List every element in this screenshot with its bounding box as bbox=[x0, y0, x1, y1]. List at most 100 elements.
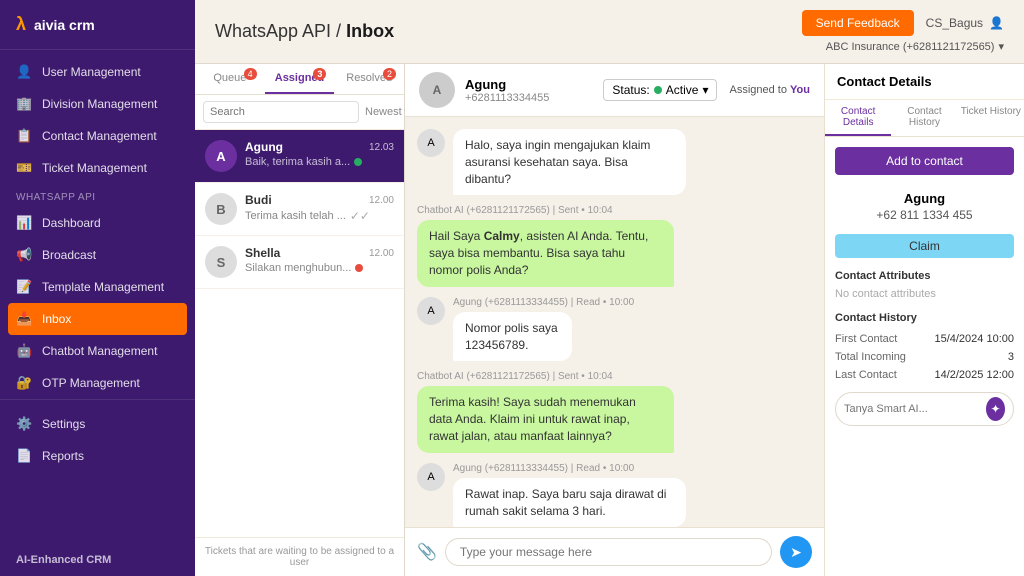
conv-info: Shella 12.00 Silakan menghubun... bbox=[245, 246, 394, 274]
tab-ticket-history[interactable]: Ticket History bbox=[958, 100, 1024, 136]
msg-avatar: A bbox=[417, 463, 445, 491]
reports-icon: 📄 bbox=[16, 448, 32, 464]
list-item[interactable]: B Budi 12.00 Terima kasih telah ... ✓✓ bbox=[195, 183, 404, 236]
sidebar-label: Reports bbox=[42, 449, 84, 463]
tanya-input-field[interactable] bbox=[844, 403, 986, 415]
header-actions: Send Feedback CS_Bagus 👤 bbox=[802, 10, 1004, 36]
sidebar-item-ticket-management[interactable]: 🎫 Ticket Management bbox=[0, 152, 195, 184]
tab-resolved[interactable]: Resolved 2 bbox=[334, 64, 404, 94]
claim-button[interactable]: Claim bbox=[835, 234, 1014, 258]
whatsapp-section-label: WhatsApp API bbox=[0, 184, 195, 207]
sidebar-label: Contact Management bbox=[42, 129, 157, 143]
dashboard-icon: 📊 bbox=[16, 215, 32, 231]
content-area: Queue 4 Assigned 3 Resolved 2 New bbox=[195, 64, 1024, 576]
contact-panel-tabs: Contact Details Contact History Ticket H… bbox=[825, 100, 1024, 137]
tab-contact-details[interactable]: Contact Details bbox=[825, 100, 891, 136]
company-selector[interactable]: ABC Insurance (+6281121172565) ▾ bbox=[826, 40, 1004, 53]
history-value: 3 bbox=[1008, 351, 1014, 363]
history-label: Total Incoming bbox=[835, 351, 906, 363]
avatar: S bbox=[205, 246, 237, 278]
sidebar-navigation: 👤 User Management 🏢 Division Management … bbox=[0, 50, 195, 544]
sidebar-label: Ticket Management bbox=[42, 161, 147, 175]
sidebar-label: Broadcast bbox=[42, 248, 96, 262]
chat-area: A Agung +6281113334455 Status: Active ▾ bbox=[405, 64, 824, 576]
status-dropdown-icon: ▾ bbox=[702, 83, 708, 97]
message-row: Chatbot AI (+6281121172565) | Sent • 10:… bbox=[417, 205, 812, 286]
send-message-button[interactable]: ➤ bbox=[780, 536, 812, 568]
sidebar-label: Settings bbox=[42, 417, 85, 431]
sidebar-logo: λ aivia crm bbox=[0, 0, 195, 50]
sidebar-label: Division Management bbox=[42, 97, 157, 111]
history-value: 14/2/2025 12:00 bbox=[934, 369, 1014, 381]
user-icon: 👤 bbox=[16, 64, 32, 80]
conv-time: 12.03 bbox=[369, 142, 394, 153]
assigned-value: You bbox=[790, 84, 810, 96]
chat-messages: A Halo, saya ingin mengajukan klaim asur… bbox=[405, 117, 824, 527]
contact-card-phone: +62 811 1334 455 bbox=[835, 208, 1014, 222]
message-bubble: Nomor polis saya 123456789. bbox=[453, 312, 572, 362]
sidebar-item-contact-management[interactable]: 📋 Contact Management bbox=[0, 120, 195, 152]
message-row: A Halo, saya ingin mengajukan klaim asur… bbox=[417, 129, 812, 195]
sidebar-item-settings[interactable]: ⚙️ Settings bbox=[0, 408, 195, 440]
msg-meta: Agung (+6281113334455) | Read • 10:00 bbox=[453, 297, 636, 308]
no-attributes-text: No contact attributes bbox=[835, 288, 1014, 300]
sidebar-item-division-management[interactable]: 🏢 Division Management bbox=[0, 88, 195, 120]
conv-preview: Silakan menghubun... bbox=[245, 262, 394, 274]
chat-header-right: Status: Active ▾ Assigned to You bbox=[603, 79, 810, 101]
sidebar-label: Dashboard bbox=[42, 216, 101, 230]
sidebar-item-user-management[interactable]: 👤 User Management bbox=[0, 56, 195, 88]
chat-avatar: A bbox=[419, 72, 455, 108]
logo-text: aivia crm bbox=[34, 17, 95, 33]
main-content: WhatsApp API / Inbox Send Feedback CS_Ba… bbox=[195, 0, 1024, 576]
chat-header: A Agung +6281113334455 Status: Active ▾ bbox=[405, 64, 824, 117]
sidebar-item-template-management[interactable]: 📝 Template Management bbox=[0, 271, 195, 303]
queue-badge: 4 bbox=[244, 68, 257, 80]
send-feedback-button[interactable]: Send Feedback bbox=[802, 10, 914, 36]
attributes-section-title: Contact Attributes bbox=[835, 270, 1014, 282]
tanya-ai-input[interactable]: ✦ bbox=[835, 392, 1014, 426]
add-contact-button[interactable]: Add to contact bbox=[835, 147, 1014, 175]
dropdown-icon: ▾ bbox=[998, 40, 1004, 53]
sidebar-item-dashboard[interactable]: 📊 Dashboard bbox=[0, 207, 195, 239]
sidebar-item-broadcast[interactable]: 📢 Broadcast bbox=[0, 239, 195, 271]
list-item[interactable]: S Shella 12.00 Silakan menghubun... bbox=[195, 236, 404, 289]
page-title: WhatsApp API / Inbox bbox=[215, 21, 394, 42]
conversation-list: Queue 4 Assigned 3 Resolved 2 New bbox=[195, 64, 405, 576]
assigned-to-badge: Assigned to You bbox=[729, 84, 810, 96]
status-dot-green bbox=[354, 158, 362, 166]
sidebar-footer: AI-Enhanced CRM bbox=[0, 544, 195, 576]
conv-time: 12.00 bbox=[369, 195, 394, 206]
msg-meta: Agung (+6281113334455) | Read • 10:00 bbox=[453, 463, 812, 474]
history-value: 15/4/2024 10:00 bbox=[934, 333, 1014, 345]
contact-icon: 📋 bbox=[16, 128, 32, 144]
sidebar-item-chatbot-management[interactable]: 🤖 Chatbot Management bbox=[0, 335, 195, 367]
conv-footer-text: Tickets that are waiting to be assigned … bbox=[195, 537, 404, 576]
template-icon: 📝 bbox=[16, 279, 32, 295]
sidebar-item-otp-management[interactable]: 🔐 OTP Management bbox=[0, 367, 195, 399]
tab-assigned[interactable]: Assigned 3 bbox=[265, 64, 335, 94]
user-avatar-icon: 👤 bbox=[989, 16, 1004, 30]
company-name: ABC Insurance (+6281121172565) bbox=[826, 41, 995, 53]
message-row: Chatbot AI (+6281121172565) | Sent • 10:… bbox=[417, 371, 812, 452]
search-input[interactable] bbox=[203, 101, 359, 123]
tanya-send-button[interactable]: ✦ bbox=[986, 397, 1005, 421]
sidebar: λ aivia crm 👤 User Management 🏢 Division… bbox=[0, 0, 195, 576]
breadcrumb-prefix: WhatsApp API / bbox=[215, 21, 341, 41]
attach-button[interactable]: 📎 bbox=[417, 542, 437, 562]
conv-info: Budi 12.00 Terima kasih telah ... ✓✓ bbox=[245, 193, 394, 223]
message-row: A Agung (+6281113334455) | Read • 10:00 … bbox=[417, 297, 812, 362]
message-input[interactable] bbox=[445, 538, 772, 566]
list-item[interactable]: A Agung 12.03 Baik, terima kasih a... bbox=[195, 130, 404, 183]
broadcast-icon: 📢 bbox=[16, 247, 32, 263]
status-badge[interactable]: Status: Active ▾ bbox=[603, 79, 717, 101]
contact-name: Agung bbox=[465, 77, 549, 92]
tab-queue[interactable]: Queue 4 bbox=[195, 64, 265, 94]
tab-contact-history[interactable]: Contact History bbox=[891, 100, 957, 136]
header-right: Send Feedback CS_Bagus 👤 ABC Insurance (… bbox=[802, 10, 1004, 53]
avatar: B bbox=[205, 193, 237, 225]
conv-name: Shella bbox=[245, 246, 280, 260]
sidebar-item-reports[interactable]: 📄 Reports bbox=[0, 440, 195, 472]
msg-avatar: A bbox=[417, 129, 445, 157]
page-title-text: Inbox bbox=[346, 21, 394, 41]
sidebar-item-inbox[interactable]: 📥 Inbox bbox=[8, 303, 187, 335]
